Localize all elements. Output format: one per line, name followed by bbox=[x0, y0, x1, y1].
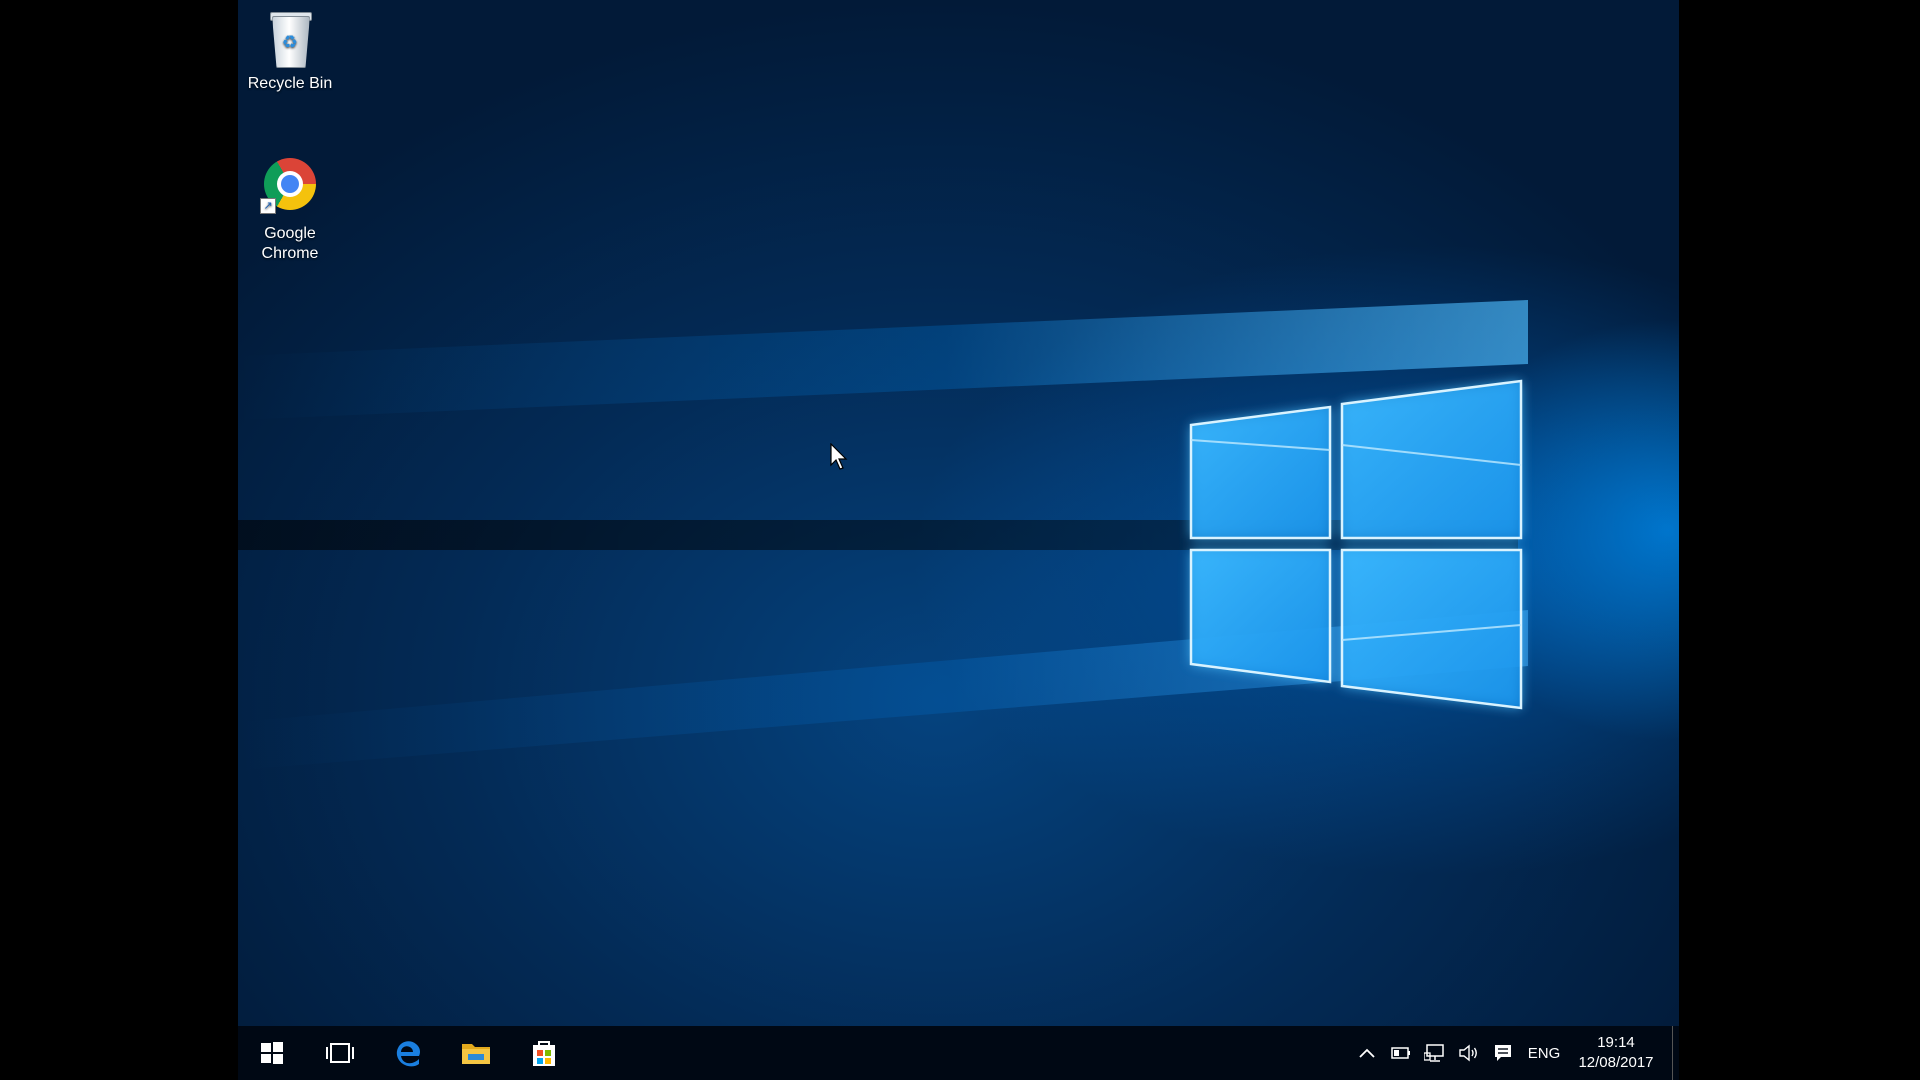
folder-icon bbox=[462, 1044, 490, 1064]
clock-date: 12/08/2017 bbox=[1578, 1054, 1654, 1071]
show-hidden-icons-button[interactable] bbox=[1350, 1026, 1384, 1080]
wallpaper-windows-logo bbox=[1189, 379, 1523, 710]
network-button[interactable] bbox=[1418, 1026, 1452, 1080]
speaker-icon bbox=[1459, 1044, 1477, 1062]
notification-icon bbox=[1495, 1045, 1511, 1061]
store-icon bbox=[533, 1041, 555, 1066]
network-icon bbox=[1424, 1044, 1444, 1062]
taskbar-edge-button[interactable] bbox=[374, 1026, 442, 1080]
system-tray: ENG 19:14 12/08/2017 bbox=[1350, 1026, 1679, 1080]
desktop-icon-recycle-bin[interactable]: ♻ Recycle Bin bbox=[240, 8, 340, 94]
task-view-button[interactable] bbox=[306, 1026, 374, 1080]
task-view-icon bbox=[326, 1043, 354, 1063]
mouse-cursor-icon bbox=[830, 443, 848, 470]
desktop-icon-google-chrome[interactable]: ↗ Google Chrome bbox=[240, 158, 340, 264]
windows-icon bbox=[261, 1042, 283, 1064]
show-desktop-button[interactable] bbox=[1672, 1026, 1679, 1080]
taskbar-file-explorer-button[interactable] bbox=[442, 1026, 510, 1080]
clock-time: 19:14 bbox=[1597, 1034, 1635, 1051]
desktop-icon-label: Recycle Bin bbox=[247, 75, 333, 92]
taskbar-store-button[interactable] bbox=[510, 1026, 578, 1080]
start-button[interactable] bbox=[238, 1026, 306, 1080]
action-center-button[interactable] bbox=[1486, 1026, 1520, 1080]
taskbar: ENG 19:14 12/08/2017 bbox=[238, 1026, 1679, 1080]
chevron-up-icon bbox=[1359, 1048, 1375, 1058]
input-language-indicator[interactable]: ENG bbox=[1520, 1045, 1568, 1062]
desktop-icon-label: Google Chrome bbox=[261, 225, 319, 262]
taskbar-clock[interactable]: 19:14 12/08/2017 bbox=[1568, 1033, 1664, 1073]
battery-button[interactable] bbox=[1384, 1026, 1418, 1080]
desktop[interactable]: ♻ Recycle Bin ↗ Google Chrome ENG 19:14 … bbox=[238, 0, 1679, 1080]
volume-button[interactable] bbox=[1452, 1026, 1486, 1080]
battery-icon bbox=[1391, 1047, 1410, 1059]
shortcut-arrow-icon: ↗ bbox=[260, 198, 276, 214]
chrome-icon: ↗ bbox=[260, 158, 320, 218]
edge-icon bbox=[396, 1041, 420, 1067]
recycle-bin-icon: ♻ bbox=[260, 8, 320, 68]
